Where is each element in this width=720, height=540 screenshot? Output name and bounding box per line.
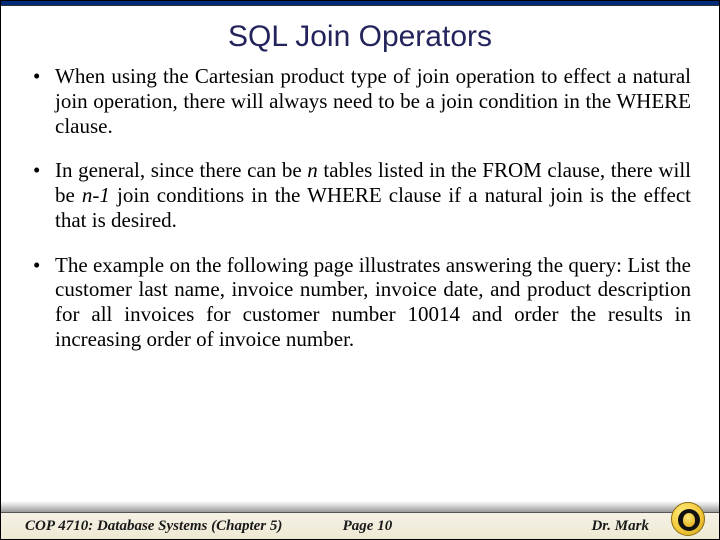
bullet-italic: n <box>307 158 318 182</box>
bullet-item: The example on the following page illust… <box>33 253 691 352</box>
footer-author: Dr. Mark <box>591 518 649 535</box>
logo-inner <box>678 509 700 531</box>
bullet-item: When using the Cartesian product type of… <box>33 64 691 138</box>
footer-bar: COP 4710: Database Systems (Chapter 5) P… <box>1 513 719 539</box>
bullet-text: In general, since there can be <box>55 158 307 182</box>
footer-course: COP 4710: Database Systems (Chapter 5) <box>25 518 282 535</box>
bullet-text: join conditions in the WHERE clause if a… <box>55 183 691 232</box>
pegasus-icon <box>683 513 695 527</box>
bullet-text: The example on the following page illust… <box>55 253 691 351</box>
ucf-logo-icon <box>671 502 705 536</box>
logo-disc <box>671 502 705 536</box>
slide-title: SQL Join Operators <box>1 6 719 64</box>
slide: SQL Join Operators When using the Cartes… <box>0 0 720 540</box>
bullet-text: When using the Cartesian product type of… <box>55 64 691 138</box>
bullet-list: When using the Cartesian product type of… <box>33 64 691 352</box>
bullet-item: In general, since there can be n tables … <box>33 158 691 232</box>
slide-content: When using the Cartesian product type of… <box>1 64 719 352</box>
footer-gradient <box>1 501 719 513</box>
bullet-italic: n-1 <box>82 183 110 207</box>
footer-page: Page 10 <box>343 518 393 535</box>
footer: COP 4710: Database Systems (Chapter 5) P… <box>1 501 719 539</box>
